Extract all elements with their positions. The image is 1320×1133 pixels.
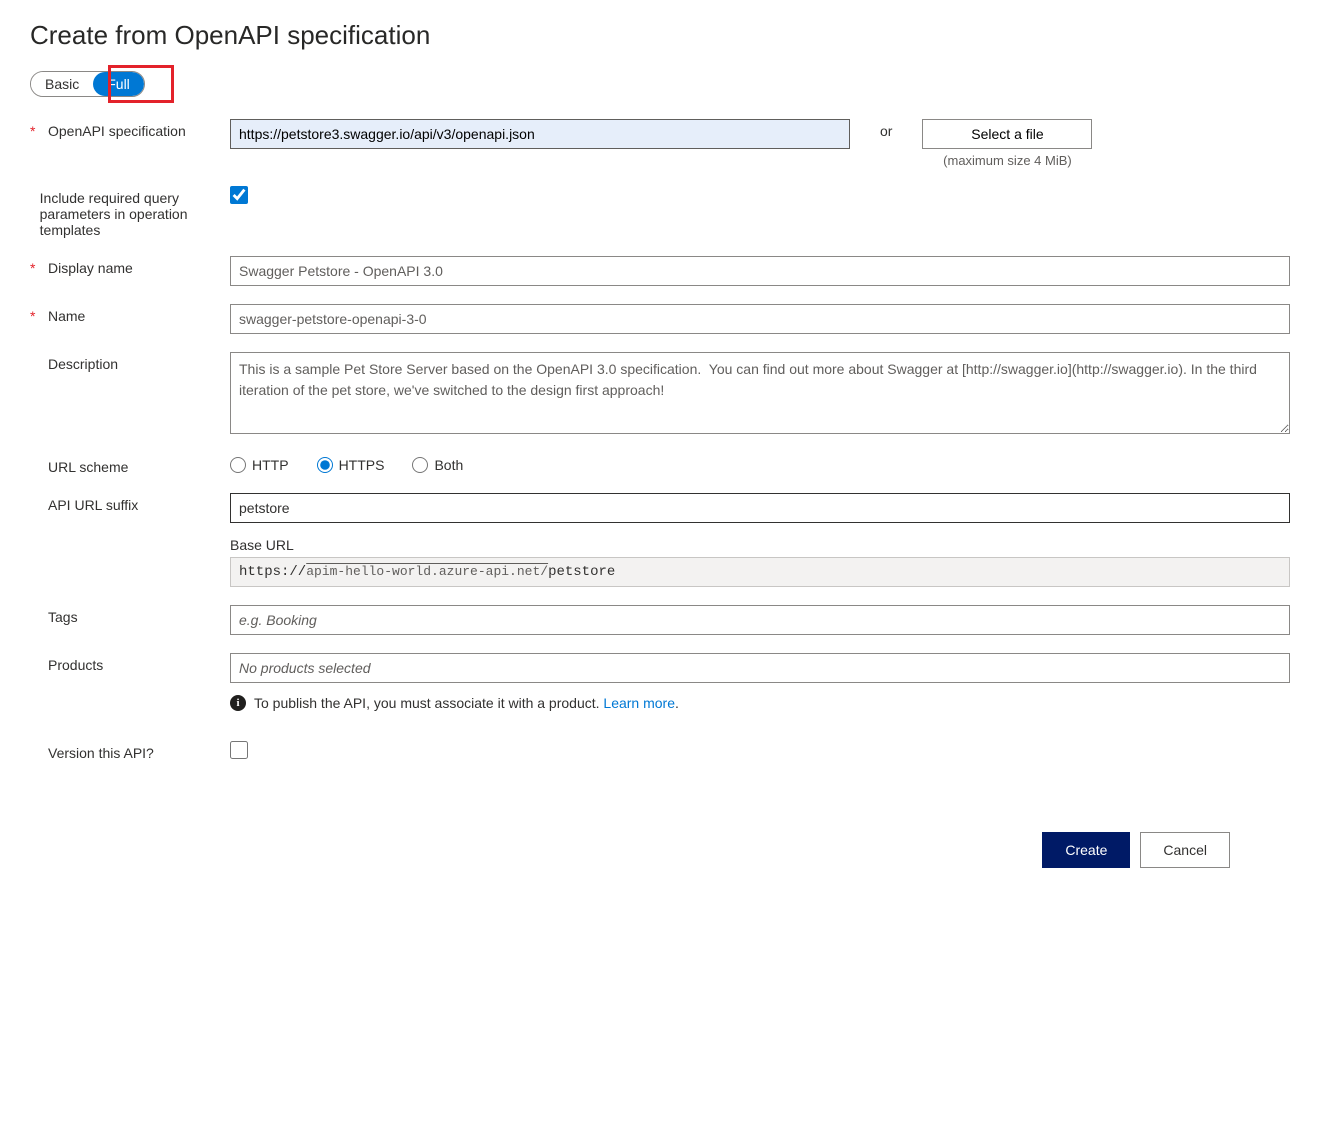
version-api-checkbox[interactable] <box>230 741 248 759</box>
label-api-url-suffix: API URL suffix <box>48 497 138 513</box>
label-name: Name <box>48 308 85 324</box>
learn-more-link[interactable]: Learn more <box>603 695 675 711</box>
info-icon: i <box>230 695 246 711</box>
label-display-name: Display name <box>48 260 133 276</box>
radio-https[interactable]: HTTPS <box>317 457 385 473</box>
label-products: Products <box>48 657 103 673</box>
radio-http[interactable]: HTTP <box>230 457 289 473</box>
page-title: Create from OpenAPI specification <box>30 20 1290 51</box>
tags-input[interactable] <box>230 605 1290 635</box>
label-openapi-spec: OpenAPI specification <box>48 123 186 139</box>
select-file-button[interactable]: Select a file <box>922 119 1092 149</box>
info-text: To publish the API, you must associate i… <box>254 695 679 711</box>
display-name-input[interactable] <box>230 256 1290 286</box>
label-version-api: Version this API? <box>48 745 154 761</box>
required-marker: * <box>30 260 48 276</box>
view-toggle: Basic Full <box>30 71 145 97</box>
label-url-scheme: URL scheme <box>48 459 128 475</box>
toggle-basic[interactable]: Basic <box>31 72 93 96</box>
file-size-hint: (maximum size 4 MiB) <box>943 153 1072 168</box>
include-required-checkbox[interactable] <box>230 186 248 204</box>
label-description: Description <box>48 356 118 372</box>
base-url-display: https://apim-hello-world.azure-api.net/p… <box>230 557 1290 587</box>
openapi-spec-input[interactable] <box>230 119 850 149</box>
cancel-button[interactable]: Cancel <box>1140 832 1230 868</box>
products-input[interactable] <box>230 653 1290 683</box>
label-include-required: Include required query parameters in ope… <box>40 190 230 238</box>
name-input[interactable] <box>230 304 1290 334</box>
required-marker: * <box>30 308 48 324</box>
api-url-suffix-input[interactable] <box>230 493 1290 523</box>
required-marker: * <box>30 123 48 139</box>
description-textarea[interactable] <box>230 352 1290 434</box>
label-tags: Tags <box>48 609 78 625</box>
url-scheme-radio-group: HTTP HTTPS Both <box>230 455 1290 473</box>
toggle-full[interactable]: Full <box>93 72 144 96</box>
radio-both[interactable]: Both <box>412 457 463 473</box>
create-button[interactable]: Create <box>1042 832 1130 868</box>
or-text: or <box>880 119 892 139</box>
label-base-url: Base URL <box>230 537 1290 553</box>
